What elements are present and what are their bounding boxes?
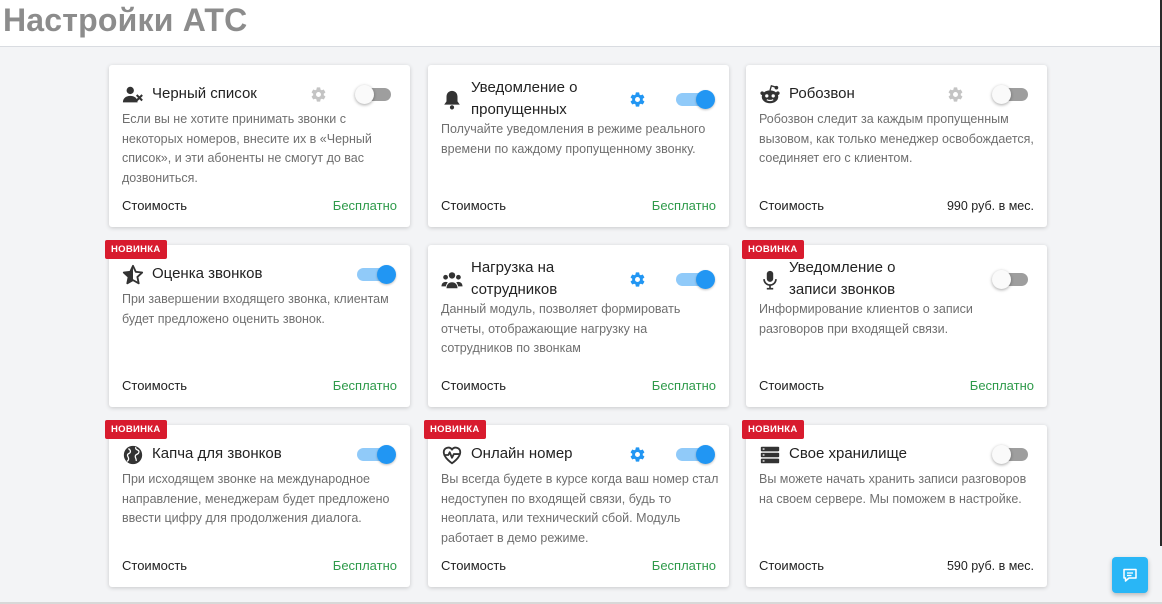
module-card: НОВИНКА Свое хранилище Вы можете начать хр… [742,420,1047,587]
module-title: Нагрузка на сотрудников [471,259,558,298]
module-toggle[interactable] [355,264,399,284]
module-card: НОВИНКА Уведомление о записи звонков Инфор… [742,240,1047,407]
module-price: Бесплатно [332,378,397,393]
module-toggle[interactable] [992,84,1036,104]
module-title: Онлайн номер [471,445,573,462]
module-card: Нагрузка на сотрудников Данный модуль, по… [428,245,729,407]
chat-icon [1123,568,1137,582]
module-description: Вы всегда будете в курсе когда ваш номер… [441,472,719,545]
page-title: Настройки АТС [3,2,248,38]
cost-label: Стоимость [441,198,507,213]
page-header: Настройки АТС [0,0,1162,47]
module-card: НОВИНКА Оценка звонков При завершении вход… [105,240,410,407]
module-description: При исходящем звонке на международное на… [122,472,390,525]
gear-icon[interactable] [629,446,646,463]
module-title: Уведомление о пропущенных [471,79,578,118]
gear-icon[interactable] [947,86,964,103]
users-icon [441,269,463,291]
cost-label: Стоимость [759,198,825,213]
module-title: Уведомление о записи звонков [789,259,896,298]
module-title: Свое хранилище [789,445,907,462]
module-price: 990 руб. в мес. [946,199,1034,213]
cost-label: Стоимость [441,378,507,393]
chat-button[interactable] [1112,557,1148,593]
module-description: При завершении входящего звонка, клиента… [122,292,389,326]
module-toggle[interactable] [992,269,1036,289]
star-half-icon [122,264,144,286]
module-card: НОВИНКА Капча для звонков При исходящем зв… [105,420,410,587]
module-description: Получайте уведомления в режиме реального… [441,122,706,156]
module-title: Капча для звонков [152,445,282,462]
module-price: Бесплатно [651,378,716,393]
module-toggle[interactable] [674,444,718,464]
gear-icon[interactable] [310,86,327,103]
cost-label: Стоимость [122,558,188,573]
module-title: Черный список [152,85,257,102]
module-card: Уведомление о пропущенных Получайте уведо… [428,65,729,227]
microphone-icon [759,269,781,291]
new-badge: НОВИНКА [105,420,167,439]
server-icon [759,444,781,466]
module-toggle[interactable] [674,269,718,289]
globe-icon [122,444,144,466]
robot-icon [759,84,781,106]
cost-label: Стоимость [122,378,188,393]
module-title: Робозвон [789,85,855,102]
module-description: Вы можете начать хранить записи разговор… [759,472,1027,506]
bell-icon [441,89,463,111]
module-description: Данный модуль, позволяет формировать отч… [441,302,681,355]
heartbeat-icon [441,444,463,466]
module-price: Бесплатно [332,198,397,213]
module-price: Бесплатно [969,378,1034,393]
new-badge: НОВИНКА [424,420,486,439]
cost-label: Стоимость [759,558,825,573]
module-card: Робозвон Робозвон следит за каждым пропущ… [746,65,1047,227]
cost-label: Стоимость [122,198,188,213]
module-title: Оценка звонков [152,265,263,282]
module-description: Если вы не хотите принимать звонки с нек… [122,112,372,185]
module-toggle[interactable] [355,84,399,104]
module-toggle[interactable] [992,444,1036,464]
user-block-icon [122,84,144,106]
cost-label: Стоимость [759,378,825,393]
module-price: Бесплатно [651,198,716,213]
new-badge: НОВИНКА [105,240,167,259]
gear-icon[interactable] [629,271,646,288]
module-card: НОВИНКА Онлайн номер Вы всегда будете в ку… [424,420,729,587]
module-description: Робозвон следит за каждым пропущенным вы… [759,112,1034,165]
module-card: Черный список Если вы не хотите принимать… [109,65,410,227]
module-description: Информирование клиентов о записи разгово… [759,302,973,336]
module-toggle[interactable] [355,444,399,464]
new-badge: НОВИНКА [742,420,804,439]
module-price: Бесплатно [332,558,397,573]
module-price: 590 руб. в мес. [946,559,1034,573]
gear-icon[interactable] [629,91,646,108]
module-toggle[interactable] [674,89,718,109]
cost-label: Стоимость [441,558,507,573]
module-price: Бесплатно [651,558,716,573]
